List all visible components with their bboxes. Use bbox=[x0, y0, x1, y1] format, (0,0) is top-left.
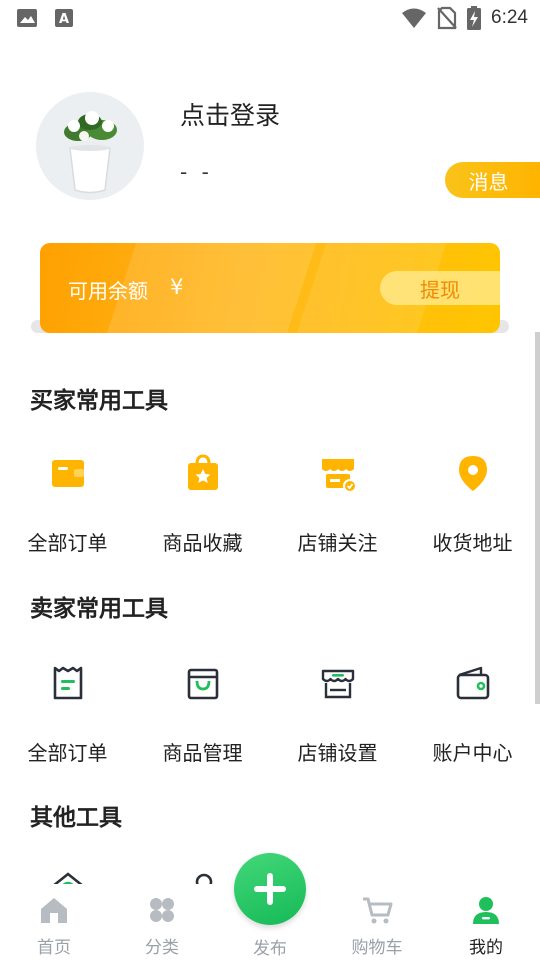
seller-product-manage[interactable]: 商品管理 bbox=[135, 663, 270, 766]
tool-label: 收货地址 bbox=[432, 531, 513, 555]
tool-label: 全部订单 bbox=[27, 741, 108, 765]
tool-label: 商品管理 bbox=[162, 741, 243, 765]
status-time: 6:24 bbox=[491, 7, 528, 28]
nav-label: 我的 bbox=[469, 938, 503, 958]
wallet-icon bbox=[51, 460, 84, 487]
avatar[interactable] bbox=[36, 92, 144, 200]
balance-currency: ¥ bbox=[170, 275, 184, 299]
withdraw-button[interactable]: 提现 bbox=[380, 271, 500, 305]
plant-avatar-icon bbox=[36, 92, 144, 200]
nav-mine[interactable]: 我的 bbox=[446, 895, 526, 958]
plus-icon bbox=[254, 873, 286, 905]
wifi-icon bbox=[402, 8, 427, 28]
seller-tools-title: 卖家常用工具 bbox=[30, 596, 168, 622]
buyer-store-follow[interactable]: 店铺关注 bbox=[270, 453, 405, 556]
battery-charging-icon bbox=[467, 6, 482, 30]
cart-icon bbox=[363, 897, 393, 924]
status-left: A bbox=[16, 8, 74, 28]
user-subtext: - - bbox=[180, 160, 213, 184]
nav-label: 首页 bbox=[37, 938, 71, 958]
seller-account-center[interactable]: 账户中心 bbox=[405, 663, 540, 766]
tool-label: 全部订单 bbox=[27, 531, 108, 555]
image-notification-icon bbox=[17, 9, 37, 27]
other-tools-title: 其他工具 bbox=[30, 805, 122, 831]
seller-store-settings[interactable]: 店铺设置 bbox=[270, 663, 405, 766]
status-bar: A 6:24 bbox=[0, 0, 540, 36]
nav-cart[interactable]: 购物车 bbox=[337, 895, 417, 958]
home-icon bbox=[41, 898, 67, 923]
balance-label: 可用余额 bbox=[68, 279, 148, 303]
store-icon bbox=[321, 669, 354, 699]
nav-category[interactable]: 分类 bbox=[122, 895, 202, 958]
buyer-address[interactable]: 收货地址 bbox=[405, 453, 540, 556]
nav-home[interactable]: 首页 bbox=[14, 895, 94, 958]
message-button[interactable]: 消息 bbox=[445, 162, 540, 198]
login-link[interactable]: 点击登录 bbox=[180, 96, 280, 132]
scrollbar[interactable] bbox=[535, 332, 540, 704]
seller-all-orders[interactable]: 全部订单 bbox=[0, 663, 135, 766]
status-right: 6:24 bbox=[401, 6, 528, 30]
tool-label: 商品收藏 bbox=[162, 531, 243, 555]
svg-text:A: A bbox=[59, 12, 69, 27]
category-icon bbox=[150, 898, 174, 922]
nav-label: 分类 bbox=[145, 938, 179, 958]
nav-label: 购物车 bbox=[351, 938, 403, 958]
nav-publish-label[interactable]: 发布 bbox=[230, 934, 310, 959]
no-sim-icon bbox=[437, 6, 457, 30]
star-bag-icon bbox=[187, 454, 218, 490]
receipt-icon bbox=[53, 666, 82, 700]
location-pin-icon bbox=[458, 456, 487, 491]
store-follow-icon bbox=[321, 459, 357, 493]
user-icon bbox=[473, 897, 499, 924]
buyer-tools-title: 买家常用工具 bbox=[30, 388, 168, 414]
tool-label: 账户中心 bbox=[432, 741, 513, 765]
shopping-bag-icon bbox=[187, 668, 218, 700]
buyer-all-orders[interactable]: 全部订单 bbox=[0, 453, 135, 556]
text-notification-icon: A bbox=[55, 9, 73, 27]
publish-button[interactable] bbox=[234, 853, 306, 925]
wallet-outline-icon bbox=[456, 666, 489, 700]
tool-label: 店铺关注 bbox=[297, 531, 378, 555]
tool-label: 店铺设置 bbox=[297, 741, 378, 765]
buyer-favorites[interactable]: 商品收藏 bbox=[135, 453, 270, 556]
